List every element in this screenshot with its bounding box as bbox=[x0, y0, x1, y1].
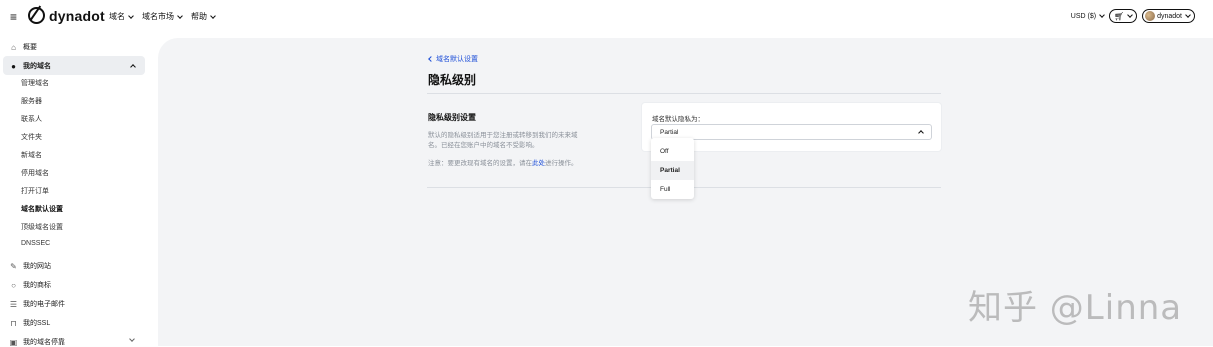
nav-domains-label: 域名 bbox=[109, 12, 125, 21]
brand-logo[interactable]: dynadot bbox=[28, 7, 105, 24]
brand-name: dynadot bbox=[49, 7, 105, 24]
divider bbox=[427, 93, 941, 94]
chevron-down-icon bbox=[128, 12, 134, 19]
sidebar-subitem-domain-defaults[interactable]: 域名默认设置 bbox=[21, 204, 63, 214]
sidebar-item-label: 我的商标 bbox=[23, 282, 51, 289]
option-partial[interactable]: Partial bbox=[651, 161, 694, 180]
option-full[interactable]: Full bbox=[651, 180, 694, 199]
sidebar-item-my-email[interactable]: ☰ 我的电子邮件 bbox=[9, 299, 65, 309]
username-label: dynadot bbox=[1157, 12, 1182, 20]
section-note: 注意：要更改现有域名的设置，请在此处进行操作。 bbox=[428, 159, 578, 169]
section-description: 默认的隐私级别适用于您注册或转移到我们的未来域名。已经在您账户中的域名不受影响。 bbox=[428, 132, 578, 149]
chevron-up-icon bbox=[918, 130, 924, 136]
sidebar-subitem-contacts[interactable]: 联系人 bbox=[21, 114, 42, 124]
sidebar-item-overview[interactable]: ⌂ 概要 bbox=[9, 42, 37, 52]
chevron-left-icon bbox=[428, 56, 434, 62]
cart-button[interactable]: 🛒︎ bbox=[1109, 9, 1138, 23]
brush-icon: ✎ bbox=[10, 261, 17, 271]
sidebar: ⌂ 概要 ● 我的域名 管理域名 服务器 联系人 文件夹 新域名 停用域名 打开订单… bbox=[0, 34, 158, 347]
sidebar-item-label: 我的网站 bbox=[23, 263, 51, 270]
nav-marketplace[interactable]: 域名市场 bbox=[142, 11, 183, 22]
sidebar-subitem-new-domains[interactable]: 新域名 bbox=[21, 150, 42, 160]
currency-selector[interactable]: USD ($) bbox=[1070, 12, 1105, 20]
cart-icon: 🛒︎ bbox=[1114, 11, 1125, 21]
nav-help[interactable]: 帮助 bbox=[191, 11, 216, 22]
sidebar-subitem-open-orders[interactable]: 打开订单 bbox=[21, 186, 49, 196]
mail-icon: ☰ bbox=[9, 299, 18, 309]
badge-icon: ○ bbox=[11, 280, 16, 290]
field-label: 域名默认隐私为： bbox=[652, 116, 704, 123]
chevron-down-icon bbox=[1099, 12, 1105, 18]
sidebar-item-label: 概要 bbox=[23, 44, 37, 51]
chevron-down-icon bbox=[1185, 12, 1191, 18]
nav-help-label: 帮助 bbox=[191, 12, 207, 21]
sidebar-subitem-manage-domains[interactable]: 管理域名 bbox=[21, 78, 49, 88]
sidebar-subitem-tld-settings[interactable]: 顶级域名设置 bbox=[21, 222, 63, 232]
sidebar-subitem-dnssec[interactable]: DNSSEC bbox=[21, 240, 50, 247]
select-value: Partial bbox=[660, 129, 679, 136]
user-menu-button[interactable]: dynadot bbox=[1142, 9, 1195, 23]
sidebar-subitem-expired-domains[interactable]: 停用域名 bbox=[21, 168, 49, 178]
header-actions: USD ($) 🛒︎ dynadot bbox=[1071, 9, 1195, 23]
globe-icon: ● bbox=[11, 61, 16, 71]
sidebar-item-my-trademarks[interactable]: ○ 我的商标 bbox=[9, 280, 51, 290]
option-off[interactable]: Off bbox=[651, 142, 694, 161]
watermark: 知乎 @Linna bbox=[968, 288, 1183, 328]
chevron-down-icon[interactable] bbox=[129, 336, 135, 342]
note-link[interactable]: 此处 bbox=[532, 160, 545, 167]
privacy-select[interactable]: Partial bbox=[651, 124, 932, 140]
chevron-down-icon bbox=[1127, 12, 1133, 18]
note-text: 注意：要更改现有域名的设置，请在 bbox=[428, 160, 532, 167]
hamburger-icon[interactable]: ≡ bbox=[10, 10, 17, 24]
note-text-end: 进行操作。 bbox=[545, 160, 578, 167]
sidebar-item-label: 我的SSL bbox=[23, 320, 51, 327]
sidebar-item-my-domains[interactable]: ● 我的域名 bbox=[9, 61, 51, 71]
back-link[interactable]: 域名默认设置 bbox=[428, 54, 478, 64]
top-bar: ≡ dynadot 域名 域名市场 帮助 USD ($) 🛒︎ dynadot bbox=[0, 0, 1213, 34]
sidebar-item-my-sites[interactable]: ✎ 我的网站 bbox=[9, 261, 51, 271]
avatar bbox=[1145, 11, 1156, 21]
chevron-down-icon bbox=[210, 12, 216, 19]
sidebar-item-my-ssl[interactable]: ⊓ 我的SSL bbox=[9, 318, 50, 328]
nav-marketplace-label: 域名市场 bbox=[142, 12, 174, 21]
chevron-down-icon bbox=[177, 12, 183, 19]
page-title: 隐私级别 bbox=[428, 73, 477, 87]
back-link-label: 域名默认设置 bbox=[436, 56, 478, 63]
sidebar-item-label: 我的域名 bbox=[23, 63, 51, 70]
nav-domains[interactable]: 域名 bbox=[109, 11, 134, 22]
sidebar-subitem-servers[interactable]: 服务器 bbox=[21, 96, 42, 106]
sidebar-item-label: 我的电子邮件 bbox=[23, 301, 65, 308]
dynadot-logo-icon bbox=[28, 7, 45, 24]
section-title: 隐私级别设置 bbox=[428, 113, 476, 122]
privacy-dropdown-menu: Off Partial Full bbox=[651, 138, 694, 199]
currency-label: USD ($) bbox=[1070, 12, 1097, 20]
sidebar-subitem-folders[interactable]: 文件夹 bbox=[21, 132, 42, 142]
home-icon: ⌂ bbox=[11, 42, 16, 52]
top-nav: 域名 域名市场 帮助 bbox=[109, 11, 216, 22]
parking-icon: ▣ bbox=[9, 337, 18, 347]
lock-icon: ⊓ bbox=[10, 318, 17, 328]
